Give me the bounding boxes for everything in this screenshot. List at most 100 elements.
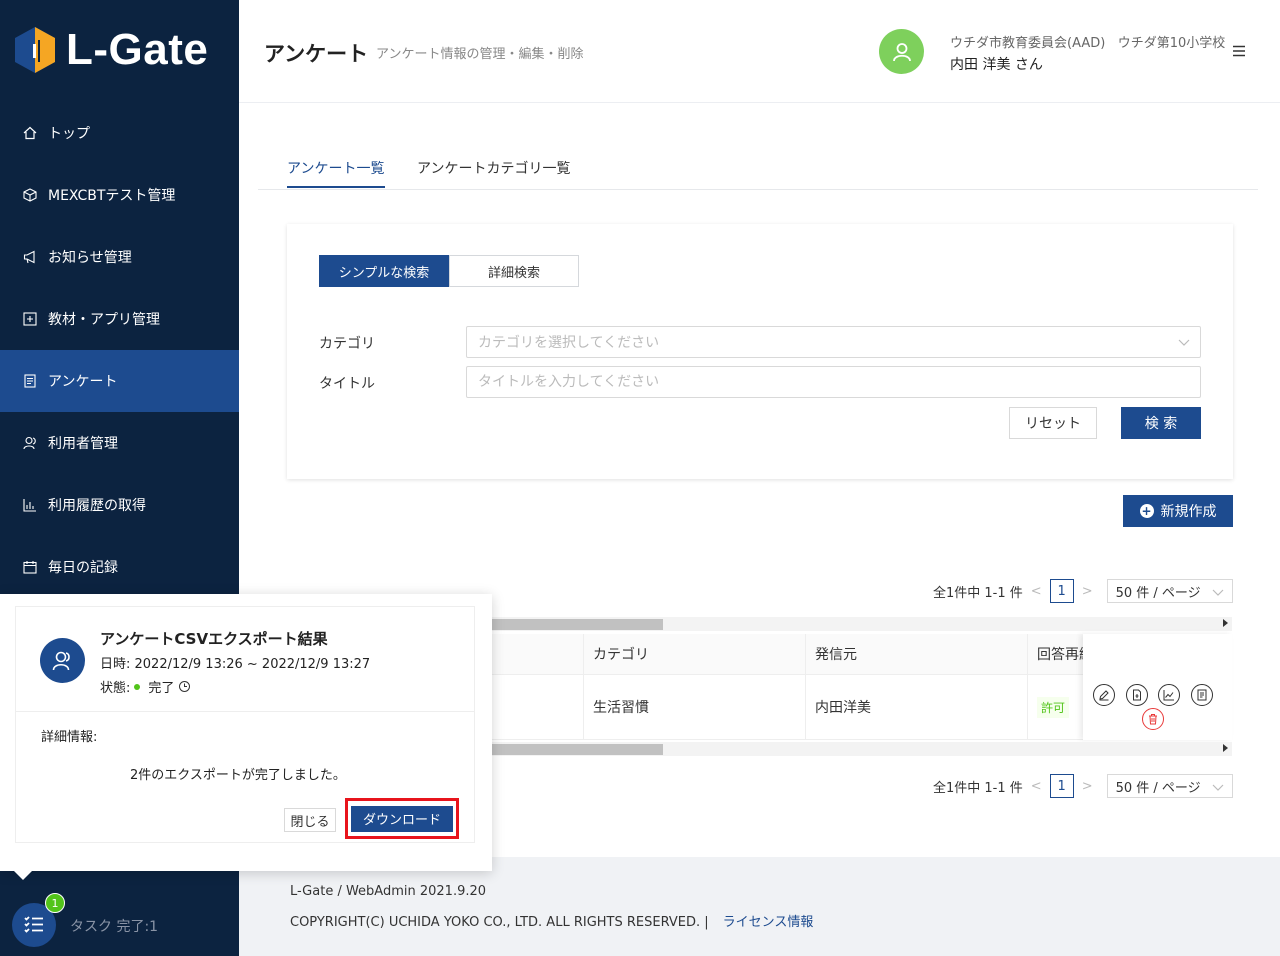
page-size-value: 50 件 / ページ	[1115, 585, 1201, 601]
page-number-button[interactable]: 1	[1049, 579, 1074, 603]
notification-title: アンケートCSVエクスポート結果	[100, 630, 328, 648]
page-subtitle: アンケート情報の管理・編集・削除	[376, 47, 584, 62]
hamburger-menu-icon[interactable]	[1232, 44, 1246, 58]
download-highlight: ダウンロード	[345, 798, 459, 839]
export-file-button[interactable]	[1126, 684, 1148, 706]
scrollbar-thumb[interactable]	[490, 619, 663, 630]
user-icon	[892, 42, 911, 61]
plus-square-icon	[22, 311, 38, 327]
scrollbar-thumb[interactable]	[490, 744, 663, 755]
notification-status: 状態: 完了	[100, 677, 191, 696]
tab-survey-categories[interactable]: アンケートカテゴリ一覧	[417, 158, 570, 178]
next-page-icon[interactable]: >	[1082, 584, 1093, 599]
column-header-sender[interactable]: 発信元	[805, 634, 1027, 674]
task-count-badge: 1	[45, 893, 65, 913]
logo-hexagon-icon	[15, 27, 55, 73]
statistics-button[interactable]	[1158, 684, 1180, 706]
sidebar-item-materials[interactable]: 教材・アプリ管理	[0, 288, 239, 350]
column-header-reanswer[interactable]: 回答再編	[1027, 634, 1087, 674]
category-select[interactable]: カテゴリを選択してください	[466, 326, 1201, 358]
task-popup: アンケートCSVエクスポート結果 日時: 2022/12/9 13:26 ~ 2…	[0, 594, 492, 871]
logo-text: L-Gate	[66, 25, 209, 74]
cell-sender: 内田洋美	[805, 675, 1027, 739]
survey-table: カテゴリ 発信元 回答再編 生活習慣 内田洋美 許可	[490, 634, 1232, 740]
sidebar-item-label: トップ	[48, 126, 90, 142]
footer-version: L-Gate / WebAdmin 2021.9.20	[290, 884, 487, 899]
sidebar-item-survey[interactable]: アンケート	[0, 350, 239, 412]
avatar[interactable]	[879, 29, 924, 74]
notification-message: 2件のエクスポートが完了しました。	[130, 768, 346, 783]
download-button[interactable]: ダウンロード	[351, 805, 453, 832]
close-button[interactable]: 閉じる	[284, 808, 336, 832]
prev-page-icon[interactable]: <	[1031, 584, 1042, 599]
edit-button[interactable]	[1093, 684, 1115, 706]
page-title: アンケート	[264, 42, 369, 66]
logo[interactable]: L-Gate	[14, 25, 209, 74]
sidebar-item-history[interactable]: 利用履歴の取得	[0, 474, 239, 536]
line-chart-icon	[1163, 690, 1174, 701]
title-label: タイトル	[319, 376, 375, 392]
sidebar-item-label: アンケート	[48, 374, 118, 390]
page-header: アンケート アンケート情報の管理・編集・削除 ウチダ市教育委員会(AAD) ウチ…	[239, 0, 1280, 103]
scroll-right-icon[interactable]	[1223, 619, 1228, 627]
file-export-icon	[1133, 689, 1141, 701]
footer-copyright: COPYRIGHT(C) UCHIDA YOKO CO., LTD. ALL R…	[290, 911, 813, 930]
page-size-value: 50 件 / ページ	[1115, 780, 1201, 796]
create-new-label: 新規作成	[1160, 504, 1217, 520]
license-link[interactable]: ライセンス情報	[723, 915, 814, 930]
plus-circle-icon: +	[1139, 504, 1154, 518]
user-name: 内田 洋美 さん	[950, 57, 1043, 73]
notification-time: 日時: 2022/12/9 13:26 ~ 2022/12/9 13:27	[100, 657, 371, 672]
column-header-category[interactable]: カテゴリ	[583, 634, 805, 674]
chevron-down-icon	[1212, 784, 1224, 791]
task-status-label: タスク 完了:1	[70, 919, 159, 935]
search-button[interactable]: 検 索	[1121, 407, 1201, 439]
copyright-text: COPYRIGHT(C) UCHIDA YOKO CO., LTD. ALL R…	[290, 915, 709, 930]
answers-button[interactable]	[1191, 684, 1213, 706]
sidebar-item-users[interactable]: 利用者管理	[0, 412, 239, 474]
cell-category: 生活習慣	[583, 675, 805, 739]
create-new-button[interactable]: + 新規作成	[1123, 495, 1233, 527]
sidebar-item-label: 教材・アプリ管理	[48, 312, 160, 328]
detail-search-button[interactable]: 詳細検索	[449, 255, 579, 287]
simple-search-button[interactable]: シンプルな検索	[319, 255, 449, 287]
pagination-summary: 全1件中 1-1 件	[933, 585, 1023, 601]
sidebar-item-label: 利用者管理	[48, 436, 118, 452]
category-label: カテゴリ	[319, 336, 375, 352]
table-scrollbar-bottom[interactable]	[490, 742, 1232, 756]
page-number-button[interactable]: 1	[1049, 774, 1074, 798]
reset-button[interactable]: リセット	[1009, 407, 1097, 439]
sidebar-item-label: 毎日の記録	[48, 560, 118, 576]
chevron-down-icon	[1212, 589, 1224, 596]
page-size-select[interactable]: 50 件 / ページ	[1106, 774, 1233, 798]
title-input[interactable]	[466, 366, 1201, 398]
sidebar-item-top[interactable]: トップ	[0, 102, 239, 164]
sidebar-item-label: 利用履歴の取得	[48, 498, 146, 514]
status-label: 状態:	[100, 681, 131, 696]
search-panel: シンプルな検索 詳細検索 カテゴリ カテゴリを選択してください タイトル リセッ…	[287, 224, 1233, 479]
prev-page-icon[interactable]: <	[1031, 779, 1042, 794]
home-icon	[22, 125, 38, 141]
delete-button[interactable]	[1142, 708, 1164, 730]
sidebar-item-label: MEXCBTテスト管理	[48, 188, 176, 204]
page-size-select[interactable]: 50 件 / ページ	[1106, 579, 1233, 603]
row-actions	[1083, 634, 1232, 740]
scroll-right-icon[interactable]	[1223, 744, 1228, 752]
status-badge: 許可	[1037, 696, 1070, 718]
megaphone-icon	[22, 249, 38, 265]
tab-survey-list[interactable]: アンケート一覧	[287, 158, 384, 178]
task-list-icon	[24, 916, 43, 933]
status-value: 完了	[148, 681, 175, 696]
pagination-bottom: 全1件中 1-1 件 < 1 > 50 件 / ページ	[933, 774, 1233, 798]
tab-bar: アンケート一覧 アンケートカテゴリ一覧	[258, 140, 1258, 190]
sidebar-item-daily[interactable]: 毎日の記録	[0, 536, 239, 598]
cell-reanswer: 許可	[1027, 675, 1087, 739]
bar-chart-icon	[22, 497, 38, 513]
table-scrollbar-top[interactable]	[490, 617, 1232, 631]
next-page-icon[interactable]: >	[1082, 779, 1093, 794]
sidebar-item-mexcbt[interactable]: MEXCBTテスト管理	[0, 164, 239, 226]
status-dot	[134, 683, 141, 690]
sidebar-item-news[interactable]: お知らせ管理	[0, 226, 239, 288]
pencil-icon	[1099, 690, 1109, 701]
category-placeholder: カテゴリを選択してください	[478, 335, 660, 351]
